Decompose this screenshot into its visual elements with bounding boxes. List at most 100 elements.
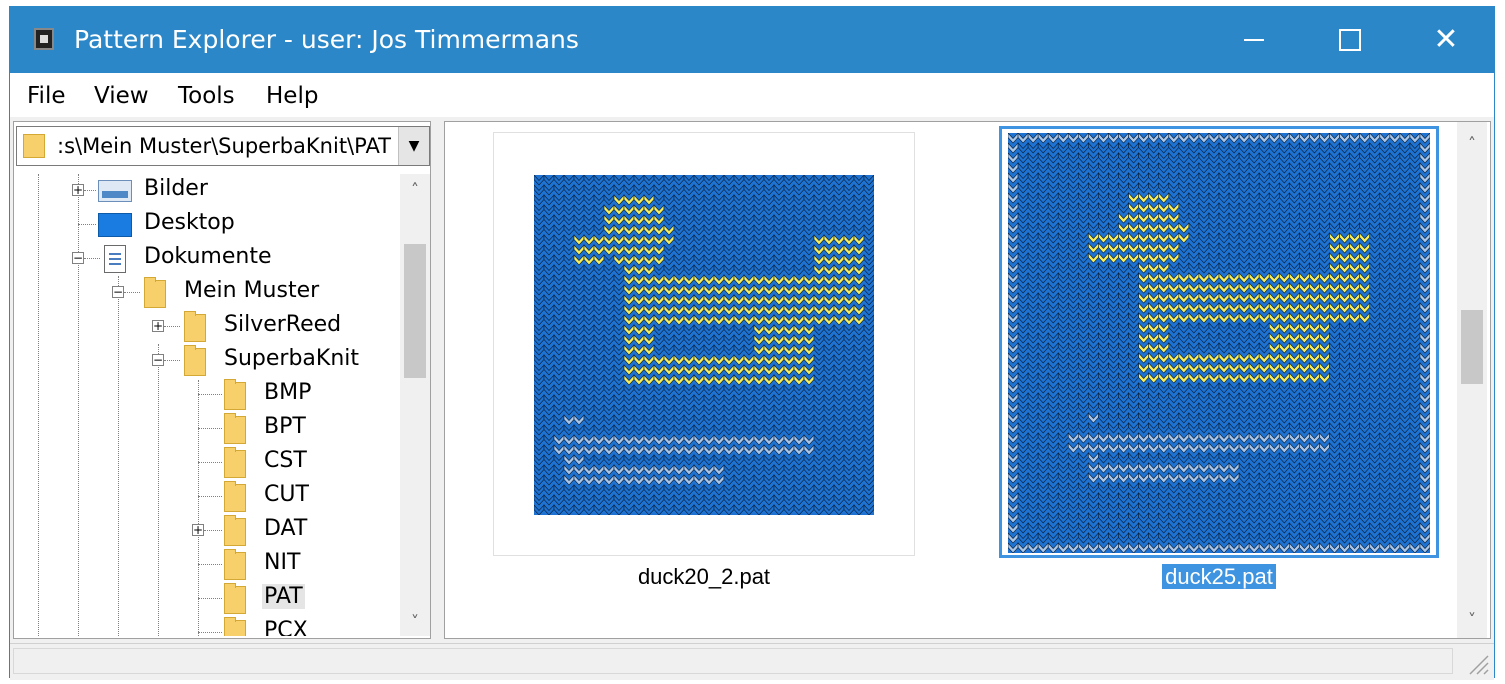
folder-tree: + Bilder Desktop − Dokumente − Mein Must… [16,174,400,636]
thumbnail-filename-text: duck25.pat [1162,564,1276,589]
tree-branch-line [198,598,222,599]
expand-icon[interactable]: + [152,320,164,332]
tree-branch-line [124,292,140,293]
thumbnail-card[interactable] [493,132,915,556]
tree-item-nit[interactable]: NIT [16,548,396,580]
tree-item-label: DAT [264,516,308,541]
tree-item-label: BMP [264,380,312,405]
tree-item-desktop[interactable]: Desktop [16,208,396,240]
folder-tree-pane: :s\Mein Muster\SuperbaKnit\PAT ▼ + Bilde… [13,121,431,639]
chevron-up-icon[interactable]: ˄ [400,174,430,204]
tree-branch-line [198,496,222,497]
chevron-down-icon[interactable]: ˅ [1457,604,1487,634]
tree-branch-line [78,224,96,225]
thumbnail-filename[interactable]: duck20_2.pat [493,562,915,592]
minimize-button[interactable] [1206,7,1302,73]
collapse-icon[interactable]: − [152,354,164,366]
tree-branch-line [198,632,222,633]
menu-file[interactable]: File [27,83,66,109]
tree-branch-line [204,530,222,531]
tree-item-label: Bilder [144,176,208,201]
status-bar [10,643,1494,680]
pictures-icon [98,180,132,202]
menu-tools[interactable]: Tools [178,83,235,109]
tree-item-cut[interactable]: CUT [16,480,396,512]
folder-icon [224,481,246,512]
folder-icon [224,617,246,636]
tree-item-label: CST [264,448,307,473]
chevron-up-icon[interactable]: ˄ [1457,128,1487,158]
menu-bar: File View Tools Help [10,73,1494,117]
folder-icon [144,277,166,308]
document-icon [104,245,126,273]
tree-item-label: PAT [262,584,305,609]
folder-icon [224,515,246,546]
maximize-button[interactable] [1302,7,1398,73]
tree-branch-line [164,326,180,327]
scrollbar-thumb[interactable] [404,244,426,378]
tree-item-bmp[interactable]: BMP [16,378,396,410]
tree-branch-line [198,394,222,395]
tree-item-label: BPT [264,414,306,439]
window-title: Pattern Explorer - user: Jos Timmermans [74,25,579,54]
collapse-icon[interactable]: − [72,252,84,264]
path-combobox-value: :s\Mein Muster\SuperbaKnit\PAT [57,134,392,158]
menu-help[interactable]: Help [266,83,318,109]
tree-item-label: SuperbaKnit [224,346,360,371]
desktop-icon [98,213,132,237]
close-icon: ✕ [1433,22,1459,57]
tree-item-dat[interactable]: + DAT [16,514,396,546]
tree-item-label: PCX [264,618,308,636]
tree-item-superbaknit[interactable]: − SuperbaKnit [16,344,396,376]
tree-item-pcx[interactable]: PCX [16,616,396,636]
tree-branch-line [198,428,222,429]
folder-icon [184,345,206,376]
resize-grip-icon[interactable] [1464,650,1490,676]
app-window: Pattern Explorer - user: Jos Timmermans … [9,6,1495,680]
tree-item-silverreed[interactable]: + SilverReed [16,310,396,342]
chevron-down-icon[interactable]: ˅ [400,606,430,636]
expand-icon[interactable]: + [192,524,204,536]
chevron-down-icon[interactable]: ▼ [398,127,429,165]
thumbnail-filename[interactable]: duck25.pat [999,562,1439,592]
folder-icon [224,549,246,580]
tree-branch-line [84,190,96,191]
scrollbar-thumb[interactable] [1461,310,1483,384]
tree-item-bilder[interactable]: + Bilder [16,174,396,206]
tree-branch-line [164,360,180,361]
knit-pattern-preview [534,175,874,515]
path-combobox[interactable]: :s\Mein Muster\SuperbaKnit\PAT ▼ [16,126,430,166]
folder-icon [224,379,246,410]
tree-item-label: Desktop [144,210,235,235]
thumbnail-pane: duck20_2.pat duck25.pat ˄ ˅ [444,121,1491,639]
tree-branch-line [198,564,222,565]
folder-icon [184,311,206,342]
status-panel [13,648,1453,674]
tree-item-pat[interactable]: PAT [16,582,396,614]
tree-item-cst[interactable]: CST [16,446,396,478]
tree-item-dokumente[interactable]: − Dokumente [16,242,396,274]
expand-icon[interactable]: + [72,184,84,196]
thumbnail-scrollbar[interactable]: ˄ ˅ [1457,122,1487,638]
tree-item-label: SilverReed [224,312,342,337]
thumbnail-filename-text: duck20_2.pat [637,564,771,589]
knit-pattern-preview [1008,133,1430,553]
minimize-icon [1244,39,1264,41]
tree-branch-line [84,258,100,259]
folder-icon [224,413,246,444]
tree-item-bpt[interactable]: BPT [16,412,396,444]
close-button[interactable]: ✕ [1398,7,1494,73]
collapse-icon[interactable]: − [112,286,124,298]
tree-branch-line [198,462,222,463]
title-bar[interactable]: Pattern Explorer - user: Jos Timmermans … [10,7,1494,73]
thumbnail-card-selected[interactable] [999,126,1439,558]
folder-icon [224,583,246,614]
folder-icon [224,447,246,478]
folder-icon [23,134,45,158]
maximize-icon [1339,29,1361,51]
menu-view[interactable]: View [94,83,149,109]
app-icon[interactable] [34,28,54,50]
tree-scrollbar[interactable]: ˄ ˅ [400,174,430,636]
tree-item-mein-muster[interactable]: − Mein Muster [16,276,396,308]
tree-item-label: CUT [264,482,309,507]
